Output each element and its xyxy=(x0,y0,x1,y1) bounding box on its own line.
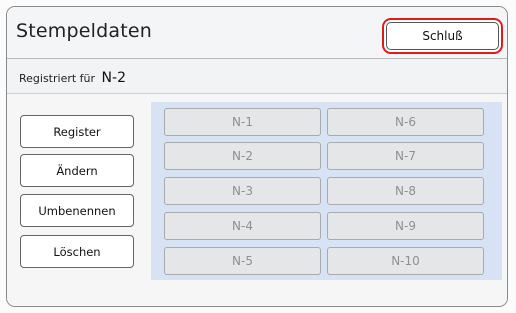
registration-value: N-2 xyxy=(101,70,126,86)
dialog-header: Stempeldaten Schluß xyxy=(7,7,507,59)
delete-button[interactable]: Löschen xyxy=(20,235,134,268)
page-title: Stempeldaten xyxy=(16,20,153,42)
slot-n8[interactable]: N-8 xyxy=(327,177,484,205)
slot-n10[interactable]: N-10 xyxy=(327,247,484,275)
registration-bar: Registriert für N-2 xyxy=(7,59,507,94)
stamp-slot-grid: N-1 N-2 N-3 N-4 N-5 N-6 N-7 N-8 N-9 N-10 xyxy=(151,102,502,280)
slot-n1[interactable]: N-1 xyxy=(164,108,321,136)
register-button[interactable]: Register xyxy=(20,115,134,148)
device-frame: Stempeldaten Schluß Registriert für N-2 … xyxy=(0,0,516,313)
slot-n4[interactable]: N-4 xyxy=(164,212,321,240)
dialog-body: Register Ändern Umbenennen Löschen N-1 N… xyxy=(7,94,507,306)
close-button[interactable]: Schluß xyxy=(386,22,499,50)
rename-button[interactable]: Umbenennen xyxy=(20,194,134,227)
slot-n7[interactable]: N-7 xyxy=(327,142,484,170)
registration-info: Registriert für N-2 xyxy=(19,70,126,86)
stamp-data-dialog: Stempeldaten Schluß Registriert für N-2 … xyxy=(6,6,508,307)
registration-label: Registriert für xyxy=(19,72,96,85)
slot-n6[interactable]: N-6 xyxy=(327,108,484,136)
slot-n3[interactable]: N-3 xyxy=(164,177,321,205)
slot-n2[interactable]: N-2 xyxy=(164,142,321,170)
slot-n5[interactable]: N-5 xyxy=(164,247,321,275)
change-button[interactable]: Ändern xyxy=(20,154,134,187)
slot-n9[interactable]: N-9 xyxy=(327,212,484,240)
